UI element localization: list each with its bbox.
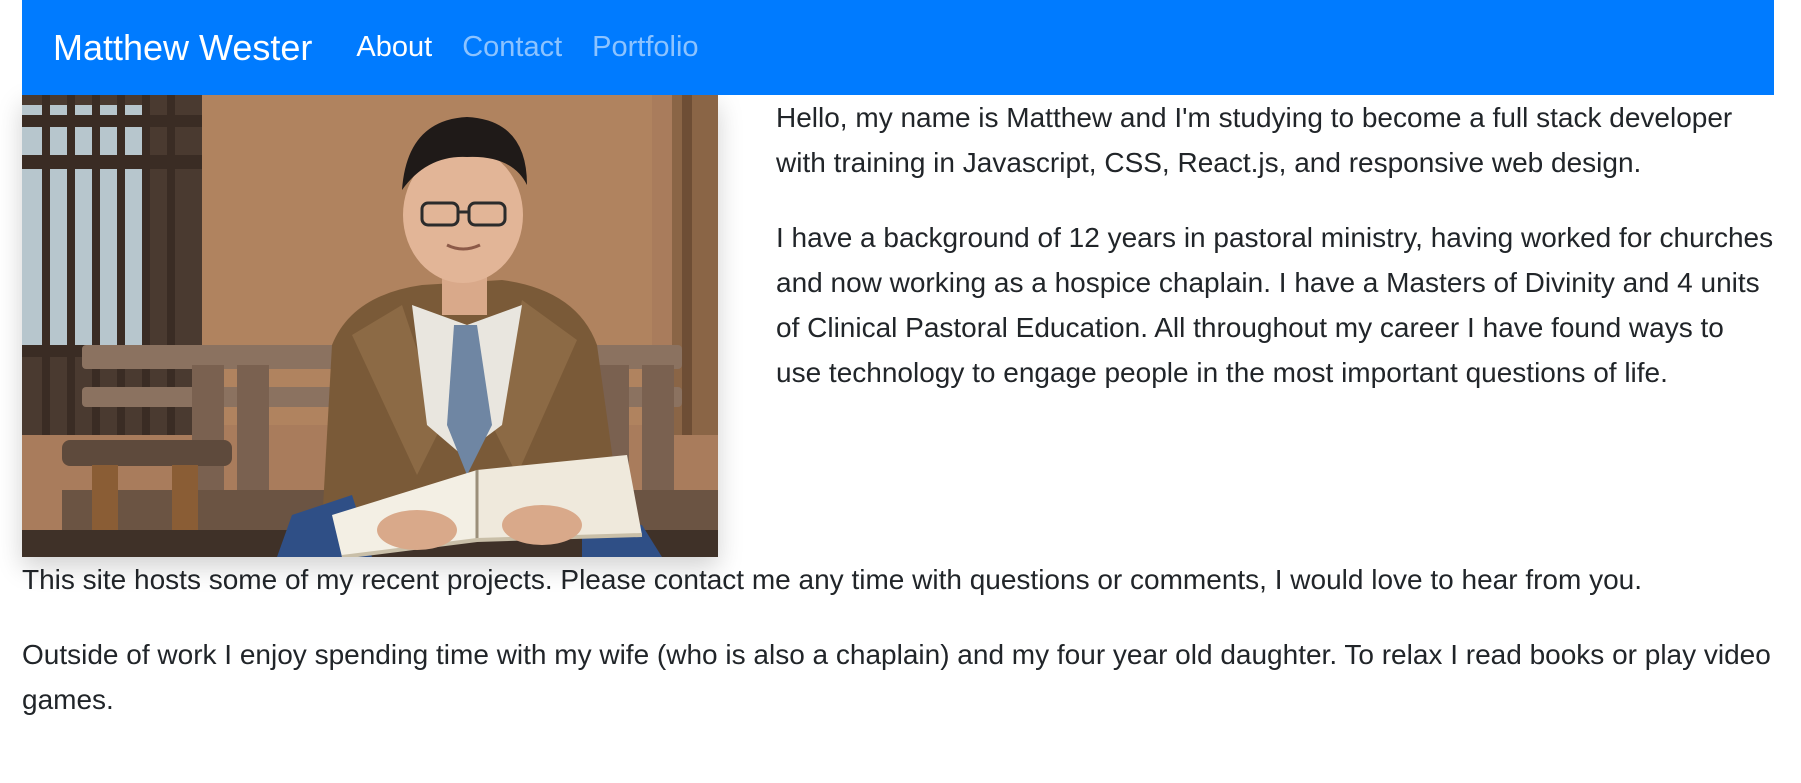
details-section: This site hosts some of my recent projec…	[22, 557, 1782, 752]
navbar: Matthew Wester About Contact Portfolio	[22, 0, 1774, 95]
background-paragraph: I have a background of 12 years in pasto…	[776, 222, 1774, 388]
nav-link-portfolio[interactable]: Portfolio	[592, 31, 698, 64]
nav-link-contact[interactable]: Contact	[462, 31, 562, 64]
intro-paragraph: Hello, my name is Matthew and I'm studyi…	[776, 102, 1733, 178]
profile-photo-illustration	[22, 95, 718, 557]
nav-link-about[interactable]: About	[356, 31, 432, 64]
brand-link[interactable]: Matthew Wester	[53, 27, 312, 69]
personal-paragraph: Outside of work I enjoy spending time wi…	[22, 639, 1771, 715]
profile-photo	[22, 95, 718, 557]
intro-section: Hello, my name is Matthew and I'm studyi…	[776, 95, 1776, 425]
site-note-paragraph: This site hosts some of my recent projec…	[22, 564, 1643, 595]
